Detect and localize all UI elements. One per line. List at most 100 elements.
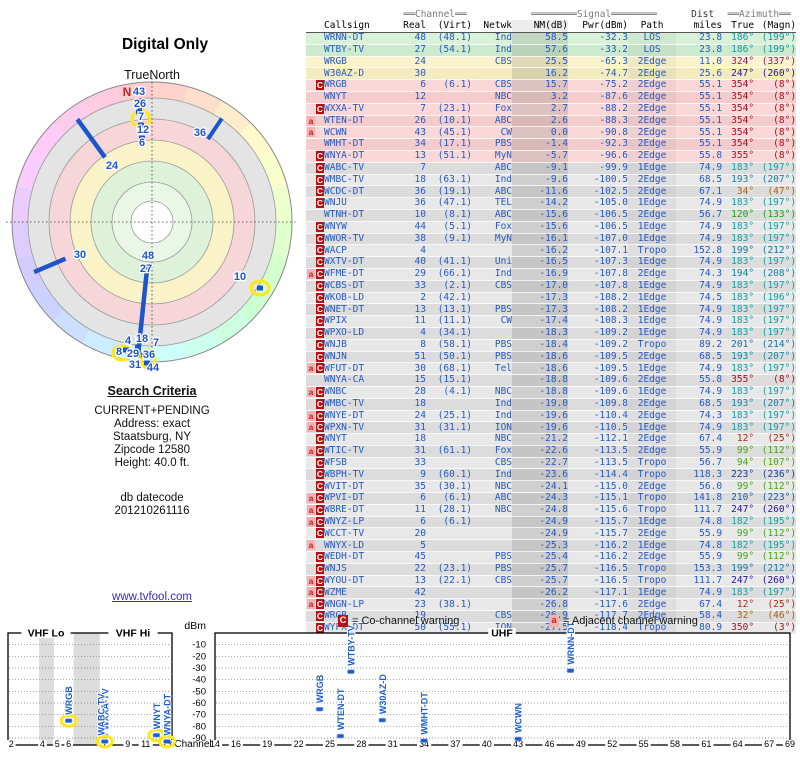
cell-pwr-dbm: -107.8	[568, 268, 629, 281]
cell-netwk: ION	[472, 421, 513, 435]
co-channel-warning-badge: C	[316, 587, 324, 598]
channel-tick-label: 58	[670, 739, 680, 749]
cell-nm-db: -17.3	[512, 303, 569, 317]
channel-tick-label: 67	[764, 739, 774, 749]
col-header-callsign: Callsign	[324, 20, 398, 33]
station-table-wrap: ══Channel══ ════════Signal════════ Dist …	[306, 9, 798, 635]
cell-netwk: CBS	[472, 457, 513, 470]
cell-path: Tropo	[628, 457, 677, 470]
co-channel-warning-badge: C	[316, 280, 324, 291]
cell-magn-azimuth: (197°)	[754, 221, 797, 234]
cell-true-azimuth: 183°	[722, 162, 755, 175]
cell-nm-db: -19.6	[512, 421, 569, 435]
cell-magn-azimuth: (212°)	[754, 563, 797, 576]
cell-magn-azimuth: (197°)	[754, 362, 797, 376]
cell-pwr-dbm: -116.5	[568, 563, 629, 576]
table-row: C WWOR-TV 38 (9.1) MyN -16.1 -107.0 1Edge 74.9 18…	[306, 233, 797, 246]
true-north-label: TrueNorth	[124, 68, 180, 82]
cell-nm-db: 25.5	[512, 56, 569, 69]
cell-netwk: Fox	[472, 103, 513, 116]
dbm-tick-label: -50	[192, 686, 206, 697]
cell-real: 28	[398, 386, 426, 399]
dbm-tick-label: -40	[192, 675, 206, 686]
cell-callsign: WACP	[324, 244, 398, 258]
cell-virt	[426, 527, 473, 541]
cell-real: 5	[398, 539, 426, 553]
cell-pwr-dbm: -115.7	[568, 516, 629, 529]
header-spacer	[306, 9, 398, 20]
cell-virt: (9.1)	[426, 233, 473, 246]
cell-netwk: Ind	[472, 268, 513, 281]
group-header-azimuth: ══Azimuth══	[727, 9, 791, 20]
vhf-hi-label: VHF Hi	[116, 628, 151, 640]
cell-warnings	[306, 91, 324, 104]
cell-nm-db: -26.2	[512, 586, 569, 600]
cell-magn-azimuth: (112°)	[754, 480, 797, 494]
cell-true-azimuth: 183°	[722, 280, 755, 293]
cell-magn-azimuth: (47°)	[754, 185, 797, 199]
cell-pwr-dbm: -117.1	[568, 586, 629, 600]
cell-magn-azimuth: (208°)	[754, 268, 797, 281]
cell-pwr-dbm: -115.0	[568, 480, 629, 494]
cell-miles: 55.9	[676, 445, 723, 458]
table-row: C WXXA-TV 7 (23.1) Fox 2.7 -88.2 2Edge 55.1 354°(…	[306, 103, 797, 116]
cell-virt	[426, 56, 473, 69]
cell-nm-db: -24.1	[512, 480, 569, 494]
cell-true-azimuth: 183°	[722, 362, 755, 376]
cell-netwk: Ind	[472, 32, 513, 45]
cell-true-azimuth: 223°	[722, 468, 755, 482]
cell-magn-azimuth: (197°)	[754, 162, 797, 175]
adjacent-warning-badge: a	[307, 540, 315, 551]
cell-real: 8	[398, 339, 426, 352]
cell-miles: 55.1	[676, 103, 723, 116]
cell-path: 1Edge	[628, 256, 677, 269]
cell-virt: (28.1)	[426, 504, 473, 517]
cell-callsign: WNJN	[324, 351, 398, 364]
adjacent-warning-badge: a	[307, 504, 315, 515]
cell-nm-db: -24.9	[512, 516, 569, 529]
cell-true-azimuth: 193°	[722, 351, 755, 364]
cell-nm-db: -25.7	[512, 575, 569, 588]
cell-callsign: WNBC	[324, 386, 398, 399]
cell-miles: 74.9	[676, 362, 723, 376]
cell-netwk: ABC	[472, 209, 513, 222]
cell-true-azimuth: 199°	[722, 563, 755, 576]
cell-netwk	[472, 516, 513, 529]
tvfool-link[interactable]: www.tvfool.com	[112, 591, 192, 603]
cell-miles: 56.0	[676, 480, 723, 494]
channel-label: 12	[137, 124, 149, 136]
cell-pwr-dbm: -102.5	[568, 185, 629, 199]
table-row: WTBY-TV 27 (54.1) Ind 57.6 -33.2 LOS 23.8 186° (1…	[306, 44, 797, 57]
cell-pwr-dbm: -88.2	[568, 103, 629, 116]
cell-warnings: C	[306, 174, 324, 187]
radar-plot: 43267126362430 4827104 18 78 29313644TrueNor…	[6, 68, 298, 375]
cell-netwk: ABC	[472, 115, 513, 128]
cell-real: 30	[398, 362, 426, 376]
table-row: C WNJS 22 (23.1) PBS -25.7 -116.5 Tropo 153.3 199…	[306, 563, 797, 576]
cell-miles: 74.9	[676, 233, 723, 246]
col-header-miles: miles	[676, 20, 723, 33]
cell-netwk: TEL	[472, 197, 513, 210]
cell-miles: 68.5	[676, 398, 723, 411]
channel-label: 36	[194, 127, 206, 139]
uhf-label: UHF	[491, 628, 513, 640]
cell-pwr-dbm: -90.8	[568, 126, 629, 140]
callsign-label: WNYA-DT	[163, 693, 173, 735]
cell-miles: 55.8	[676, 374, 723, 387]
cell-nm-db: -16.1	[512, 233, 569, 246]
channel-label: 30	[74, 249, 86, 261]
cell-nm-db: 57.6	[512, 44, 569, 57]
cell-callsign: WNYX-LD	[324, 539, 398, 553]
tvfool-report-page: Digital Only 43 26 7 12 6 36 24 30 48 27 10 4 18 7 8 29…	[0, 0, 800, 768]
cell-pwr-dbm: -109.6	[568, 374, 629, 387]
dbm-tick-label: -70	[192, 710, 206, 721]
col-header-nm: NM(dB)	[512, 20, 569, 33]
cell-nm-db: -23.6	[512, 468, 569, 482]
table-row: a C WPVI-DT 6 (6.1) ABC -24.3 -115.1 Tropo 141.8 2…	[306, 492, 797, 505]
cell-pwr-dbm: -74.7	[568, 67, 629, 81]
cell-nm-db: -25.7	[512, 563, 569, 576]
co-channel-warning-badge: C	[316, 457, 324, 468]
channel-label: 31	[129, 359, 141, 371]
db-datecode: db datecode 201210261116	[0, 492, 304, 518]
cell-virt: (8.1)	[426, 209, 473, 222]
